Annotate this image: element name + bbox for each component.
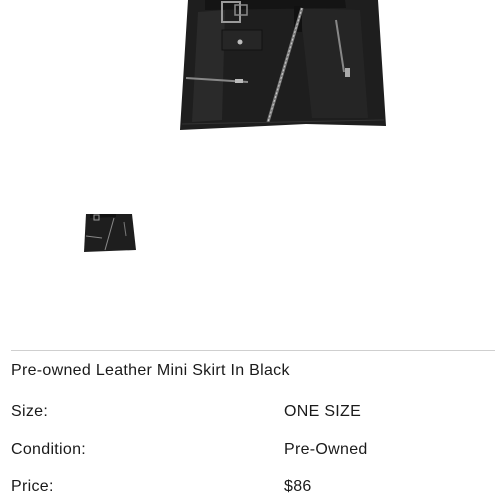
condition-value: Pre-Owned — [284, 441, 368, 458]
product-thumbnail[interactable] — [80, 210, 140, 255]
size-label: Size: — [11, 403, 49, 420]
product-title: Pre-owned Leather Mini Skirt In Black — [11, 362, 290, 379]
price-value: $86 — [284, 478, 312, 495]
size-value: ONE SIZE — [284, 403, 362, 420]
section-divider — [11, 350, 495, 351]
price-label: Price: — [11, 478, 54, 495]
condition-label: Condition: — [11, 441, 87, 458]
product-main-image[interactable] — [0, 0, 495, 140]
